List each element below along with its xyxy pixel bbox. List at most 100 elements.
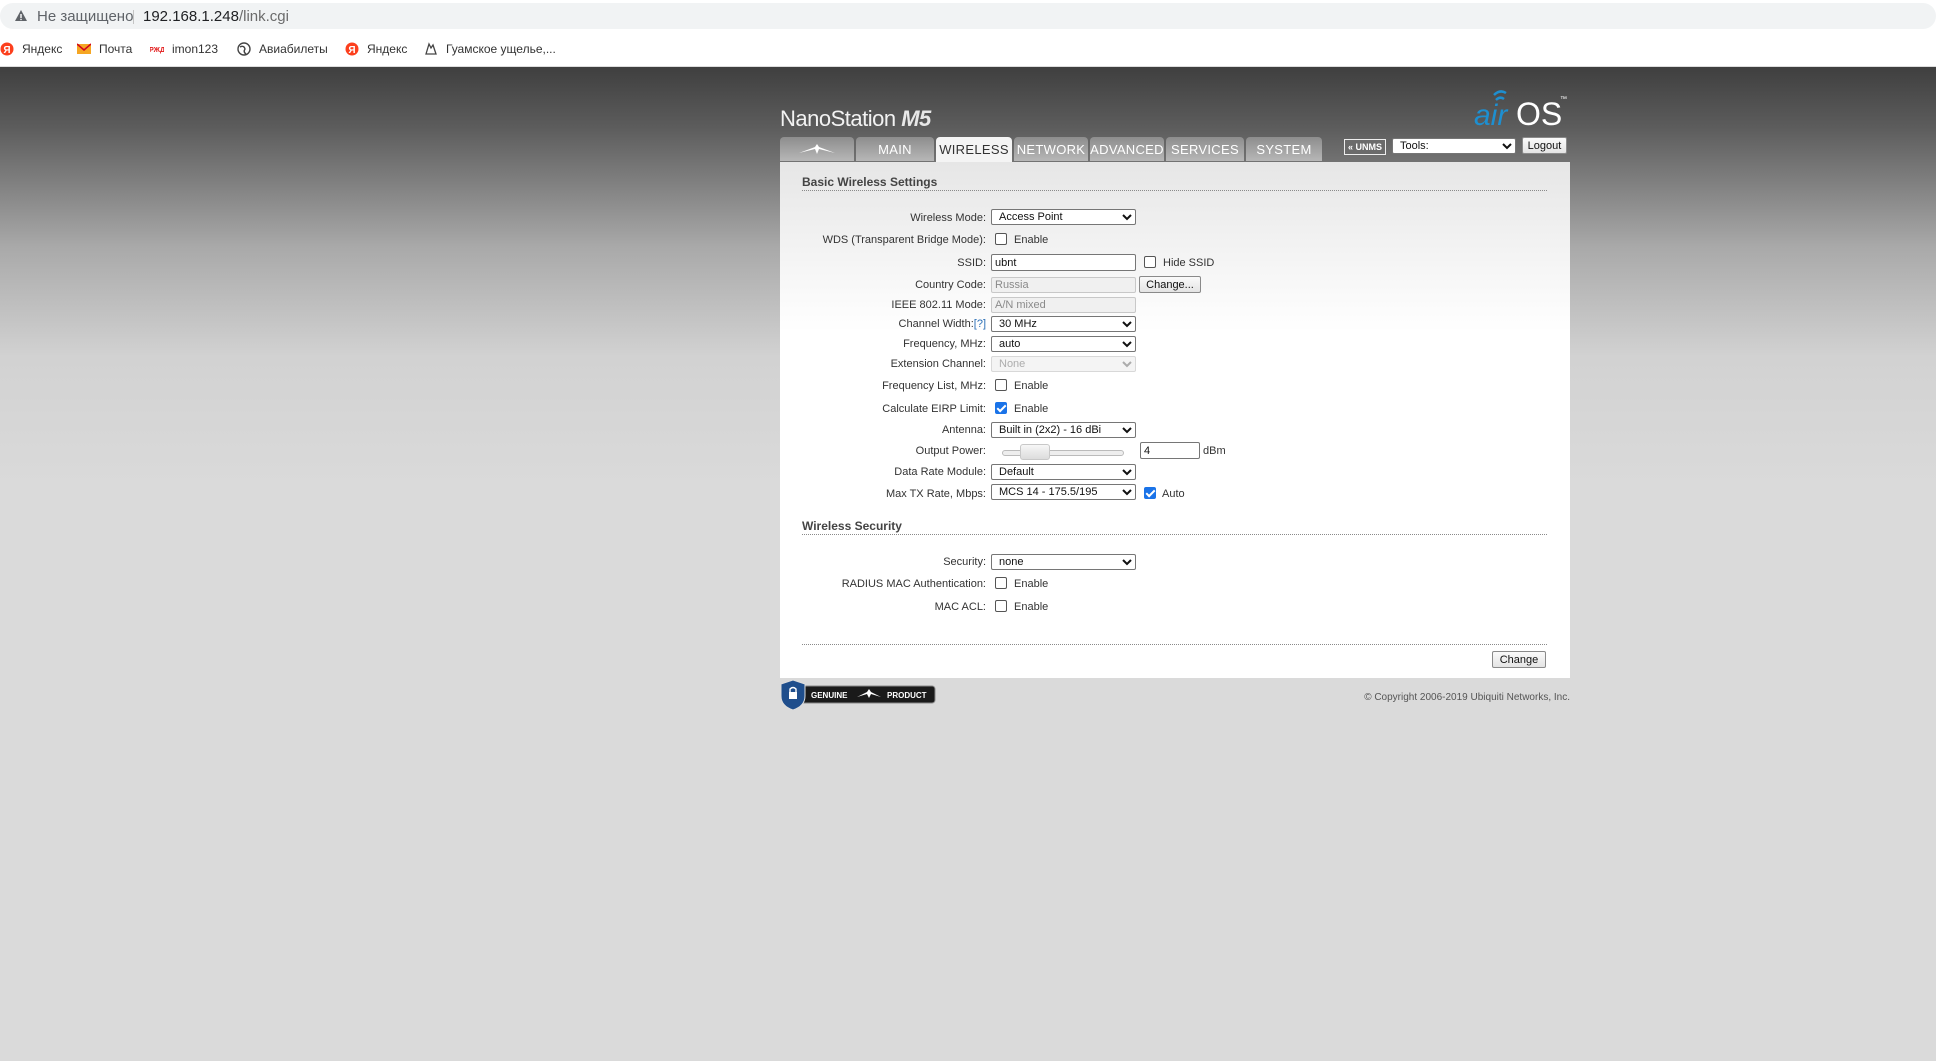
- tab-services[interactable]: SERVICES: [1166, 137, 1244, 161]
- warning-icon[interactable]: [14, 9, 28, 23]
- max-tx-auto-label: Auto: [1162, 488, 1185, 500]
- browser-address-bar: Не защищено 192.168.1.248/link.cgi: [0, 0, 1936, 33]
- yandex-icon: Я: [345, 42, 359, 56]
- genuine-product-badge: GENUINE PRODUCT: [780, 680, 936, 710]
- bookmark-yandex-2[interactable]: Я Яндекс: [345, 41, 407, 57]
- ssid-label: SSID:: [957, 257, 986, 269]
- yandex-icon: Я: [0, 42, 14, 56]
- bookmark-imon[interactable]: РЖД imon123: [150, 41, 218, 57]
- url-separator: [133, 10, 134, 24]
- eirp-enable-label: Enable: [1014, 403, 1049, 415]
- output-power-slider-handle[interactable]: [1020, 444, 1050, 460]
- wds-enable-label: Enable: [1014, 234, 1049, 246]
- max-tx-auto-checkbox[interactable]: [1144, 487, 1156, 499]
- copyright-text: © Copyright 2006-2019 Ubiquiti Networks,…: [1364, 692, 1570, 703]
- section-divider: [802, 190, 1547, 191]
- tools-select[interactable]: Tools:: [1392, 138, 1516, 154]
- bookmark-yandex[interactable]: Я Яндекс: [0, 41, 62, 57]
- bookmark-label: Гуамское ущелье,...: [446, 42, 556, 56]
- product-name: NanoStation: [780, 106, 896, 131]
- output-power-label: Output Power:: [915, 445, 986, 457]
- frequency-select[interactable]: auto: [991, 336, 1136, 352]
- frequency-list-checkbox[interactable]: [995, 379, 1007, 391]
- security-status[interactable]: Не защищено: [37, 8, 133, 25]
- bookmark-guam[interactable]: Гуамское ущелье,...: [424, 41, 556, 57]
- channel-width-label: Channel Width:[?]: [899, 318, 986, 330]
- url-text[interactable]: 192.168.1.248/link.cgi: [143, 8, 289, 25]
- extension-channel-select: None: [991, 356, 1136, 372]
- svg-text:Я: Я: [348, 45, 355, 56]
- map-icon: [425, 42, 437, 55]
- tab-network[interactable]: NETWORK: [1014, 137, 1088, 161]
- mail-icon: [77, 43, 91, 54]
- eirp-checkbox[interactable]: [995, 402, 1007, 414]
- tab-main[interactable]: MAIN: [856, 137, 934, 161]
- section-title-wireless-security: Wireless Security: [802, 519, 902, 533]
- extension-channel-label: Extension Channel:: [890, 358, 986, 370]
- ieee-mode-input: [991, 297, 1136, 313]
- hide-ssid-checkbox[interactable]: [1144, 256, 1156, 268]
- antenna-select[interactable]: Built in (2x2) - 16 dBi: [991, 422, 1136, 438]
- radius-mac-auth-checkbox[interactable]: [995, 577, 1007, 589]
- bookmark-label: Яндекс: [22, 42, 63, 56]
- url-path: /link.cgi: [238, 8, 289, 25]
- unms-button[interactable]: « UNMS: [1344, 139, 1386, 155]
- tab-wireless[interactable]: WIRELESS: [936, 137, 1012, 162]
- bookmarks-bar: Я Яндекс Почта РЖД imon123 Авиабилеты Я …: [0, 32, 1936, 67]
- wds-checkbox[interactable]: [995, 233, 1007, 245]
- airos-logo: air OS ™: [1474, 90, 1567, 132]
- unms-label: UNMS: [1355, 142, 1383, 152]
- eirp-label: Calculate EIRP Limit:: [882, 403, 986, 415]
- hide-ssid-label: Hide SSID: [1163, 257, 1215, 269]
- mac-acl-enable-label: Enable: [1014, 601, 1049, 613]
- channel-width-select[interactable]: 30 MHz: [991, 316, 1136, 332]
- ssid-input[interactable]: [991, 254, 1136, 271]
- airos-os-text: OS: [1516, 96, 1562, 132]
- max-tx-rate-select[interactable]: MCS 14 - 175.5/195: [991, 484, 1136, 500]
- data-rate-module-label: Data Rate Module:: [894, 466, 986, 478]
- country-code-input: [991, 277, 1136, 293]
- channel-width-help-link[interactable]: [?]: [974, 318, 986, 330]
- tab-advanced[interactable]: ADVANCED: [1090, 137, 1164, 161]
- tab-ubiquiti-home[interactable]: [780, 137, 854, 161]
- globe-icon: [237, 42, 251, 56]
- genuine-text: GENUINE: [811, 691, 848, 700]
- mac-acl-checkbox[interactable]: [995, 600, 1007, 612]
- channel-width-label-text: Channel Width:: [898, 318, 974, 330]
- ieee-mode-label: IEEE 802.11 Mode:: [891, 299, 986, 311]
- url-host: 192.168.1.248: [143, 8, 239, 25]
- airos-tm-text: ™: [1560, 96, 1567, 103]
- frequency-list-enable-label: Enable: [1014, 380, 1049, 392]
- logout-button[interactable]: Logout: [1522, 137, 1567, 154]
- frequency-label: Frequency, MHz:: [903, 338, 986, 350]
- security-select[interactable]: none: [991, 554, 1136, 570]
- footer-divider: [802, 644, 1547, 645]
- country-change-button[interactable]: Change...: [1139, 276, 1201, 293]
- product-logo: NanoStation M5: [780, 106, 931, 132]
- data-rate-module-select[interactable]: Default: [991, 464, 1136, 480]
- bookmark-label: imon123: [172, 42, 219, 56]
- country-code-label: Country Code:: [915, 279, 986, 291]
- tab-system[interactable]: SYSTEM: [1246, 137, 1322, 161]
- bookmark-label: Яндекс: [367, 42, 408, 56]
- rzd-icon: РЖД: [150, 47, 164, 54]
- change-button[interactable]: Change: [1492, 651, 1546, 668]
- output-power-unit: dBm: [1203, 445, 1226, 457]
- wireless-mode-label: Wireless Mode:: [910, 212, 986, 224]
- bookmark-label: Почта: [99, 42, 133, 56]
- product-text: PRODUCT: [887, 691, 927, 700]
- bookmark-label: Авиабилеты: [259, 42, 328, 56]
- bookmark-aviabilety[interactable]: Авиабилеты: [237, 41, 328, 57]
- section-divider: [802, 534, 1547, 535]
- wds-label: WDS (Transparent Bridge Mode):: [822, 234, 986, 246]
- max-tx-rate-label: Max TX Rate, Mbps:: [885, 488, 986, 500]
- output-power-input[interactable]: [1140, 442, 1200, 459]
- mac-acl-label: MAC ACL:: [934, 601, 986, 613]
- wireless-mode-select[interactable]: Access Point: [991, 209, 1136, 225]
- antenna-label: Antenna:: [941, 424, 986, 436]
- bookmark-mail[interactable]: Почта: [77, 41, 132, 57]
- frequency-list-label: Frequency List, MHz:: [882, 380, 986, 392]
- radius-enable-label: Enable: [1014, 578, 1049, 590]
- omnibox[interactable]: Не защищено 192.168.1.248/link.cgi: [0, 3, 1936, 29]
- airos-air-text: air: [1474, 99, 1508, 132]
